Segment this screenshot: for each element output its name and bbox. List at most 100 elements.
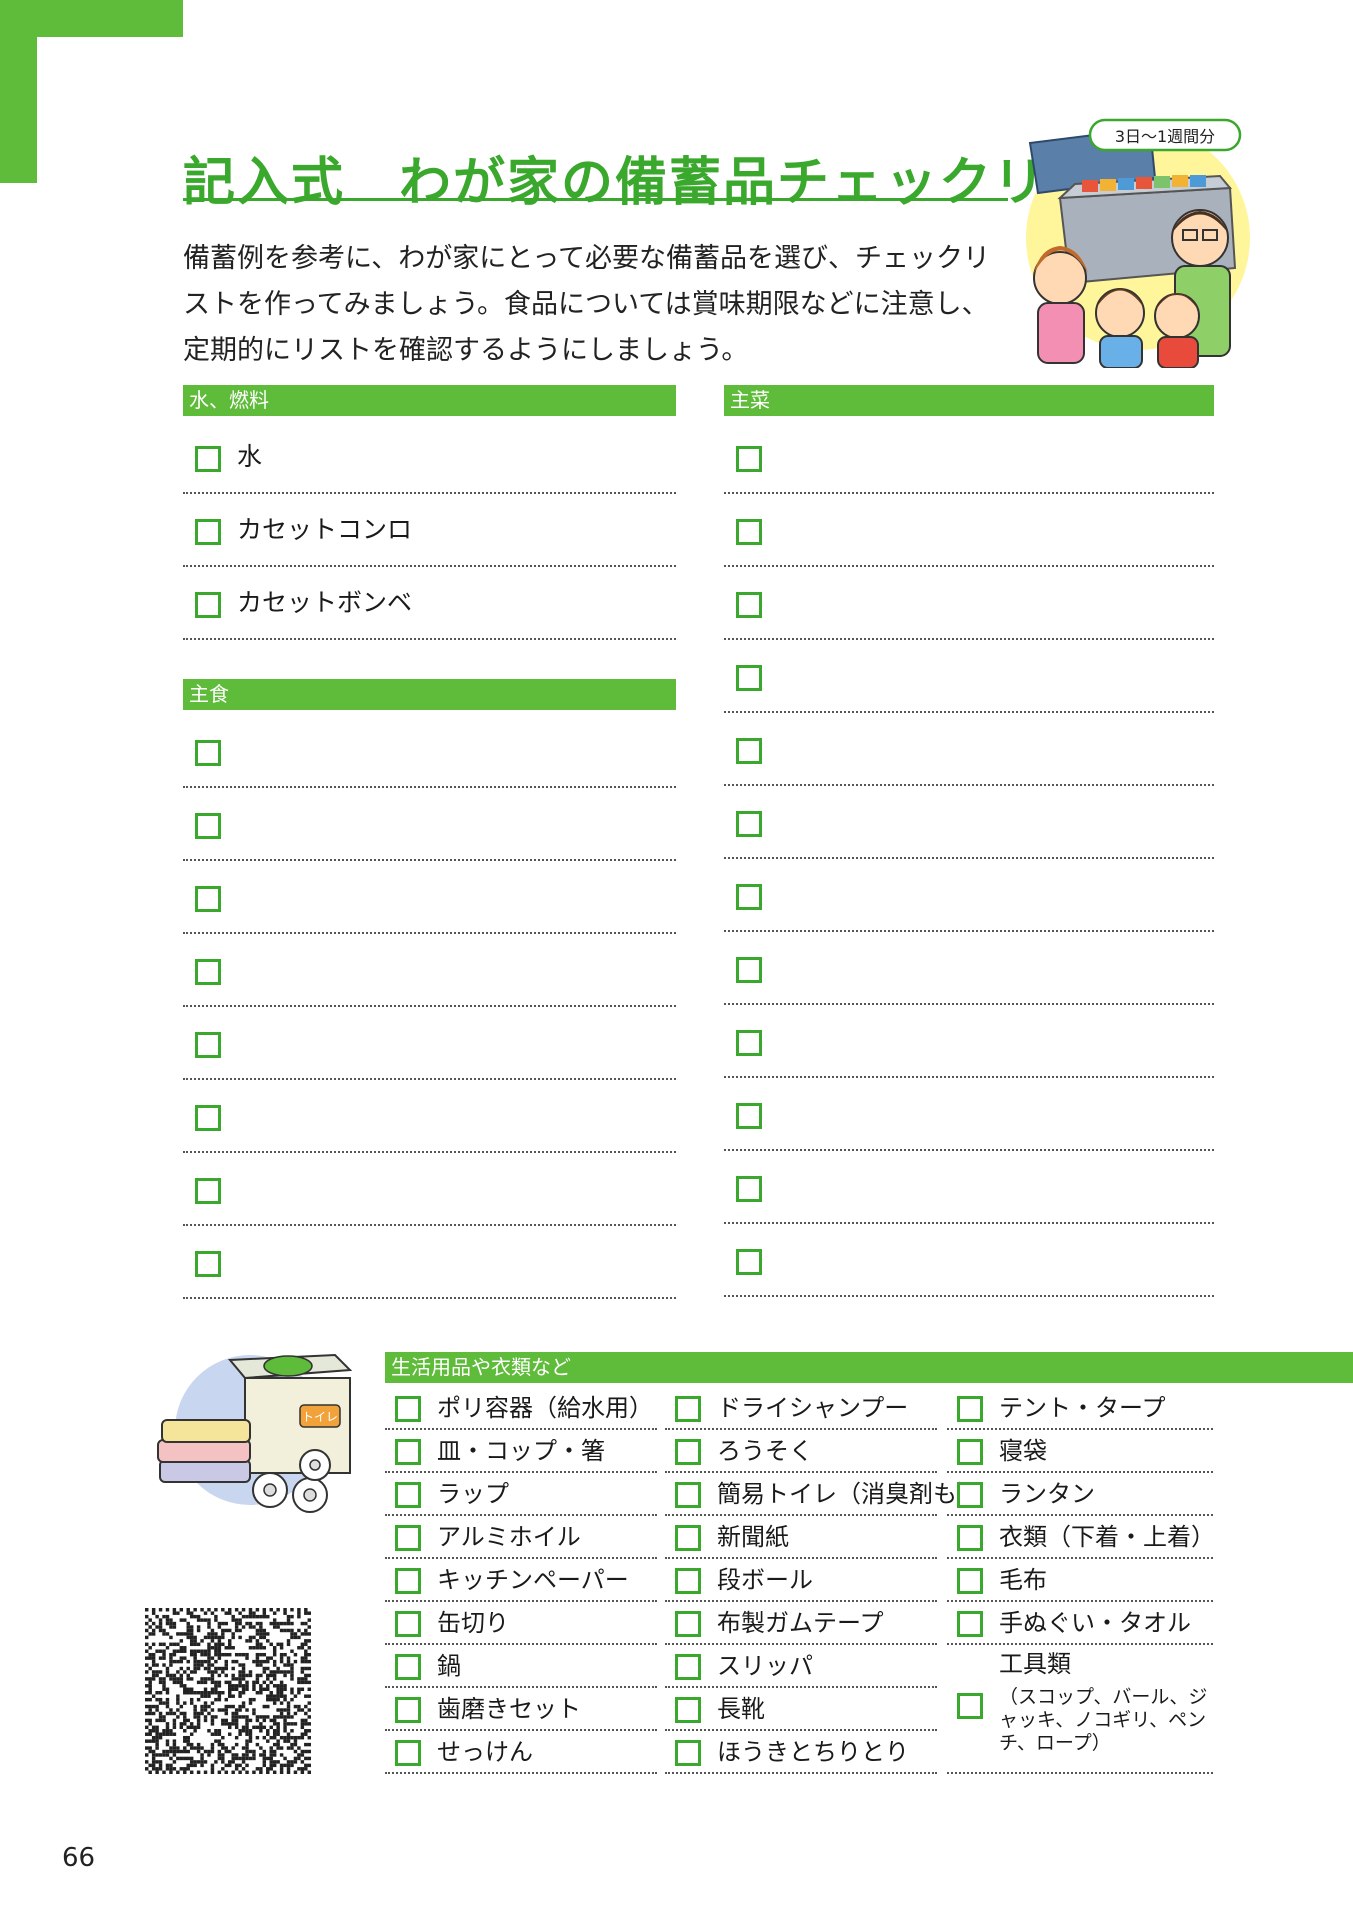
checklist-row: 長靴 <box>665 1688 937 1731</box>
checklist-item-label: 歯磨きセット <box>437 1695 581 1723</box>
checklist-row <box>724 494 1214 567</box>
checklist-row <box>183 1007 676 1080</box>
checklist-row: テント・タープ <box>947 1387 1213 1430</box>
checklist-row: 皿・コップ・箸 <box>385 1430 657 1473</box>
corner-accent-vertical <box>0 0 37 183</box>
checkbox[interactable] <box>675 1697 701 1723</box>
checkbox[interactable] <box>736 957 762 983</box>
checklist-item-label: ラップ <box>437 1480 509 1508</box>
page-title: 記入式 わが家の備蓄品チェックリスト <box>183 153 1156 213</box>
checkbox[interactable] <box>195 813 221 839</box>
checklist-row <box>183 934 676 1007</box>
checkbox[interactable] <box>195 1105 221 1131</box>
checkbox[interactable] <box>957 1693 983 1719</box>
checklist-row-tools: 工具類 （スコップ、バール、ジャッキ、ノコギリ、ペンチ、ロープ） <box>947 1640 1213 1774</box>
checkbox[interactable] <box>957 1396 983 1422</box>
checklist-item-label: テント・タープ <box>999 1394 1166 1422</box>
checklist-item-label: 水 <box>237 442 263 471</box>
checkbox[interactable] <box>675 1439 701 1465</box>
checklist-row: カセットボンベ <box>183 567 676 640</box>
checklist-row <box>724 932 1214 1005</box>
checkbox[interactable] <box>675 1396 701 1422</box>
checklist-item-label: 段ボール <box>717 1566 813 1594</box>
checkbox[interactable] <box>395 1697 421 1723</box>
section-header-supplies: 生活用品や衣類など <box>385 1352 1353 1383</box>
checklist-row: ほうきとちりとり <box>665 1731 937 1774</box>
checklist-item-label: カセットボンベ <box>237 588 413 617</box>
checklist-row: 布製ガムテープ <box>665 1602 937 1645</box>
checkbox[interactable] <box>395 1525 421 1551</box>
checklist-row: 缶切り <box>385 1602 657 1645</box>
checkbox[interactable] <box>736 446 762 472</box>
page-number: 66 <box>62 1843 96 1873</box>
checkbox[interactable] <box>395 1654 421 1680</box>
checkbox[interactable] <box>675 1525 701 1551</box>
checkbox[interactable] <box>195 1032 221 1058</box>
checkbox[interactable] <box>736 665 762 691</box>
checklist-row <box>724 713 1214 786</box>
checkbox[interactable] <box>195 1251 221 1277</box>
checkbox[interactable] <box>195 519 221 545</box>
checkbox[interactable] <box>736 1030 762 1056</box>
toilet-box-label: トイレ <box>302 1410 338 1424</box>
checklist-row: 段ボール <box>665 1559 937 1602</box>
checkbox[interactable] <box>195 446 221 472</box>
checkbox[interactable] <box>957 1611 983 1637</box>
section-header-water-fuel: 水、燃料 <box>183 385 676 416</box>
checkbox[interactable] <box>957 1482 983 1508</box>
checkbox[interactable] <box>395 1740 421 1766</box>
checklist-item-label: 缶切り <box>437 1609 509 1637</box>
checklist-row <box>724 786 1214 859</box>
checklist-row: カセットコンロ <box>183 494 676 567</box>
checkbox[interactable] <box>675 1740 701 1766</box>
checklist-row <box>724 1005 1214 1078</box>
checkbox[interactable] <box>675 1482 701 1508</box>
checkbox[interactable] <box>736 519 762 545</box>
checkbox[interactable] <box>675 1568 701 1594</box>
family-stockpile-illustration: 3日〜1週間分 <box>1026 118 1250 368</box>
checkbox[interactable] <box>675 1611 701 1637</box>
checklist-item-label: ポリ容器（給水用） <box>437 1394 653 1422</box>
checkbox[interactable] <box>395 1439 421 1465</box>
checklist-row <box>183 1080 676 1153</box>
checkbox[interactable] <box>957 1439 983 1465</box>
checklist-row: 歯磨きセット <box>385 1688 657 1731</box>
checklist-row <box>724 567 1214 640</box>
checklist-item-label: ランタン <box>999 1480 1095 1508</box>
checklist-row: 水 <box>183 421 676 494</box>
checklist-item-label: キッチンペーパー <box>437 1566 629 1594</box>
checklist-row: ろうそく <box>665 1430 937 1473</box>
checklist-row <box>183 715 676 788</box>
checkbox[interactable] <box>736 1103 762 1129</box>
checkbox[interactable] <box>736 738 762 764</box>
checkbox[interactable] <box>736 1249 762 1275</box>
checkbox[interactable] <box>195 959 221 985</box>
checkbox[interactable] <box>736 592 762 618</box>
checkbox[interactable] <box>736 884 762 910</box>
checkbox[interactable] <box>736 1176 762 1202</box>
checkbox[interactable] <box>195 740 221 766</box>
checklist-item-label: アルミホイル <box>437 1523 581 1551</box>
checklist-item-label: 布製ガムテープ <box>717 1609 884 1637</box>
checkbox[interactable] <box>395 1482 421 1508</box>
tools-description: （スコップ、バール、ジャッキ、ノコギリ、ペンチ、ロープ） <box>999 1686 1208 1754</box>
checklist-row: せっけん <box>385 1731 657 1774</box>
checkbox[interactable] <box>195 886 221 912</box>
intro-text: 備蓄例を参考に、わが家にとって必要な備蓄品を選び、チェックリストを作ってみましょ… <box>183 243 991 366</box>
checkbox[interactable] <box>195 592 221 618</box>
section-header-staple: 主食 <box>183 679 676 710</box>
checkbox[interactable] <box>395 1568 421 1594</box>
checklist-row <box>724 421 1214 494</box>
checklist-row <box>183 1153 676 1226</box>
checklist-item-label: 簡易トイレ（消臭剤も） <box>717 1480 981 1508</box>
checkbox[interactable] <box>957 1568 983 1594</box>
checkbox[interactable] <box>395 1396 421 1422</box>
checklist-row: ポリ容器（給水用） <box>385 1387 657 1430</box>
checkbox[interactable] <box>736 811 762 837</box>
checklist-item-label: せっけん <box>437 1738 533 1766</box>
checkbox[interactable] <box>675 1654 701 1680</box>
checkbox[interactable] <box>395 1611 421 1637</box>
checkbox[interactable] <box>957 1525 983 1551</box>
checklist-item-label: ほうきとちりとり <box>717 1738 909 1766</box>
checkbox[interactable] <box>195 1178 221 1204</box>
